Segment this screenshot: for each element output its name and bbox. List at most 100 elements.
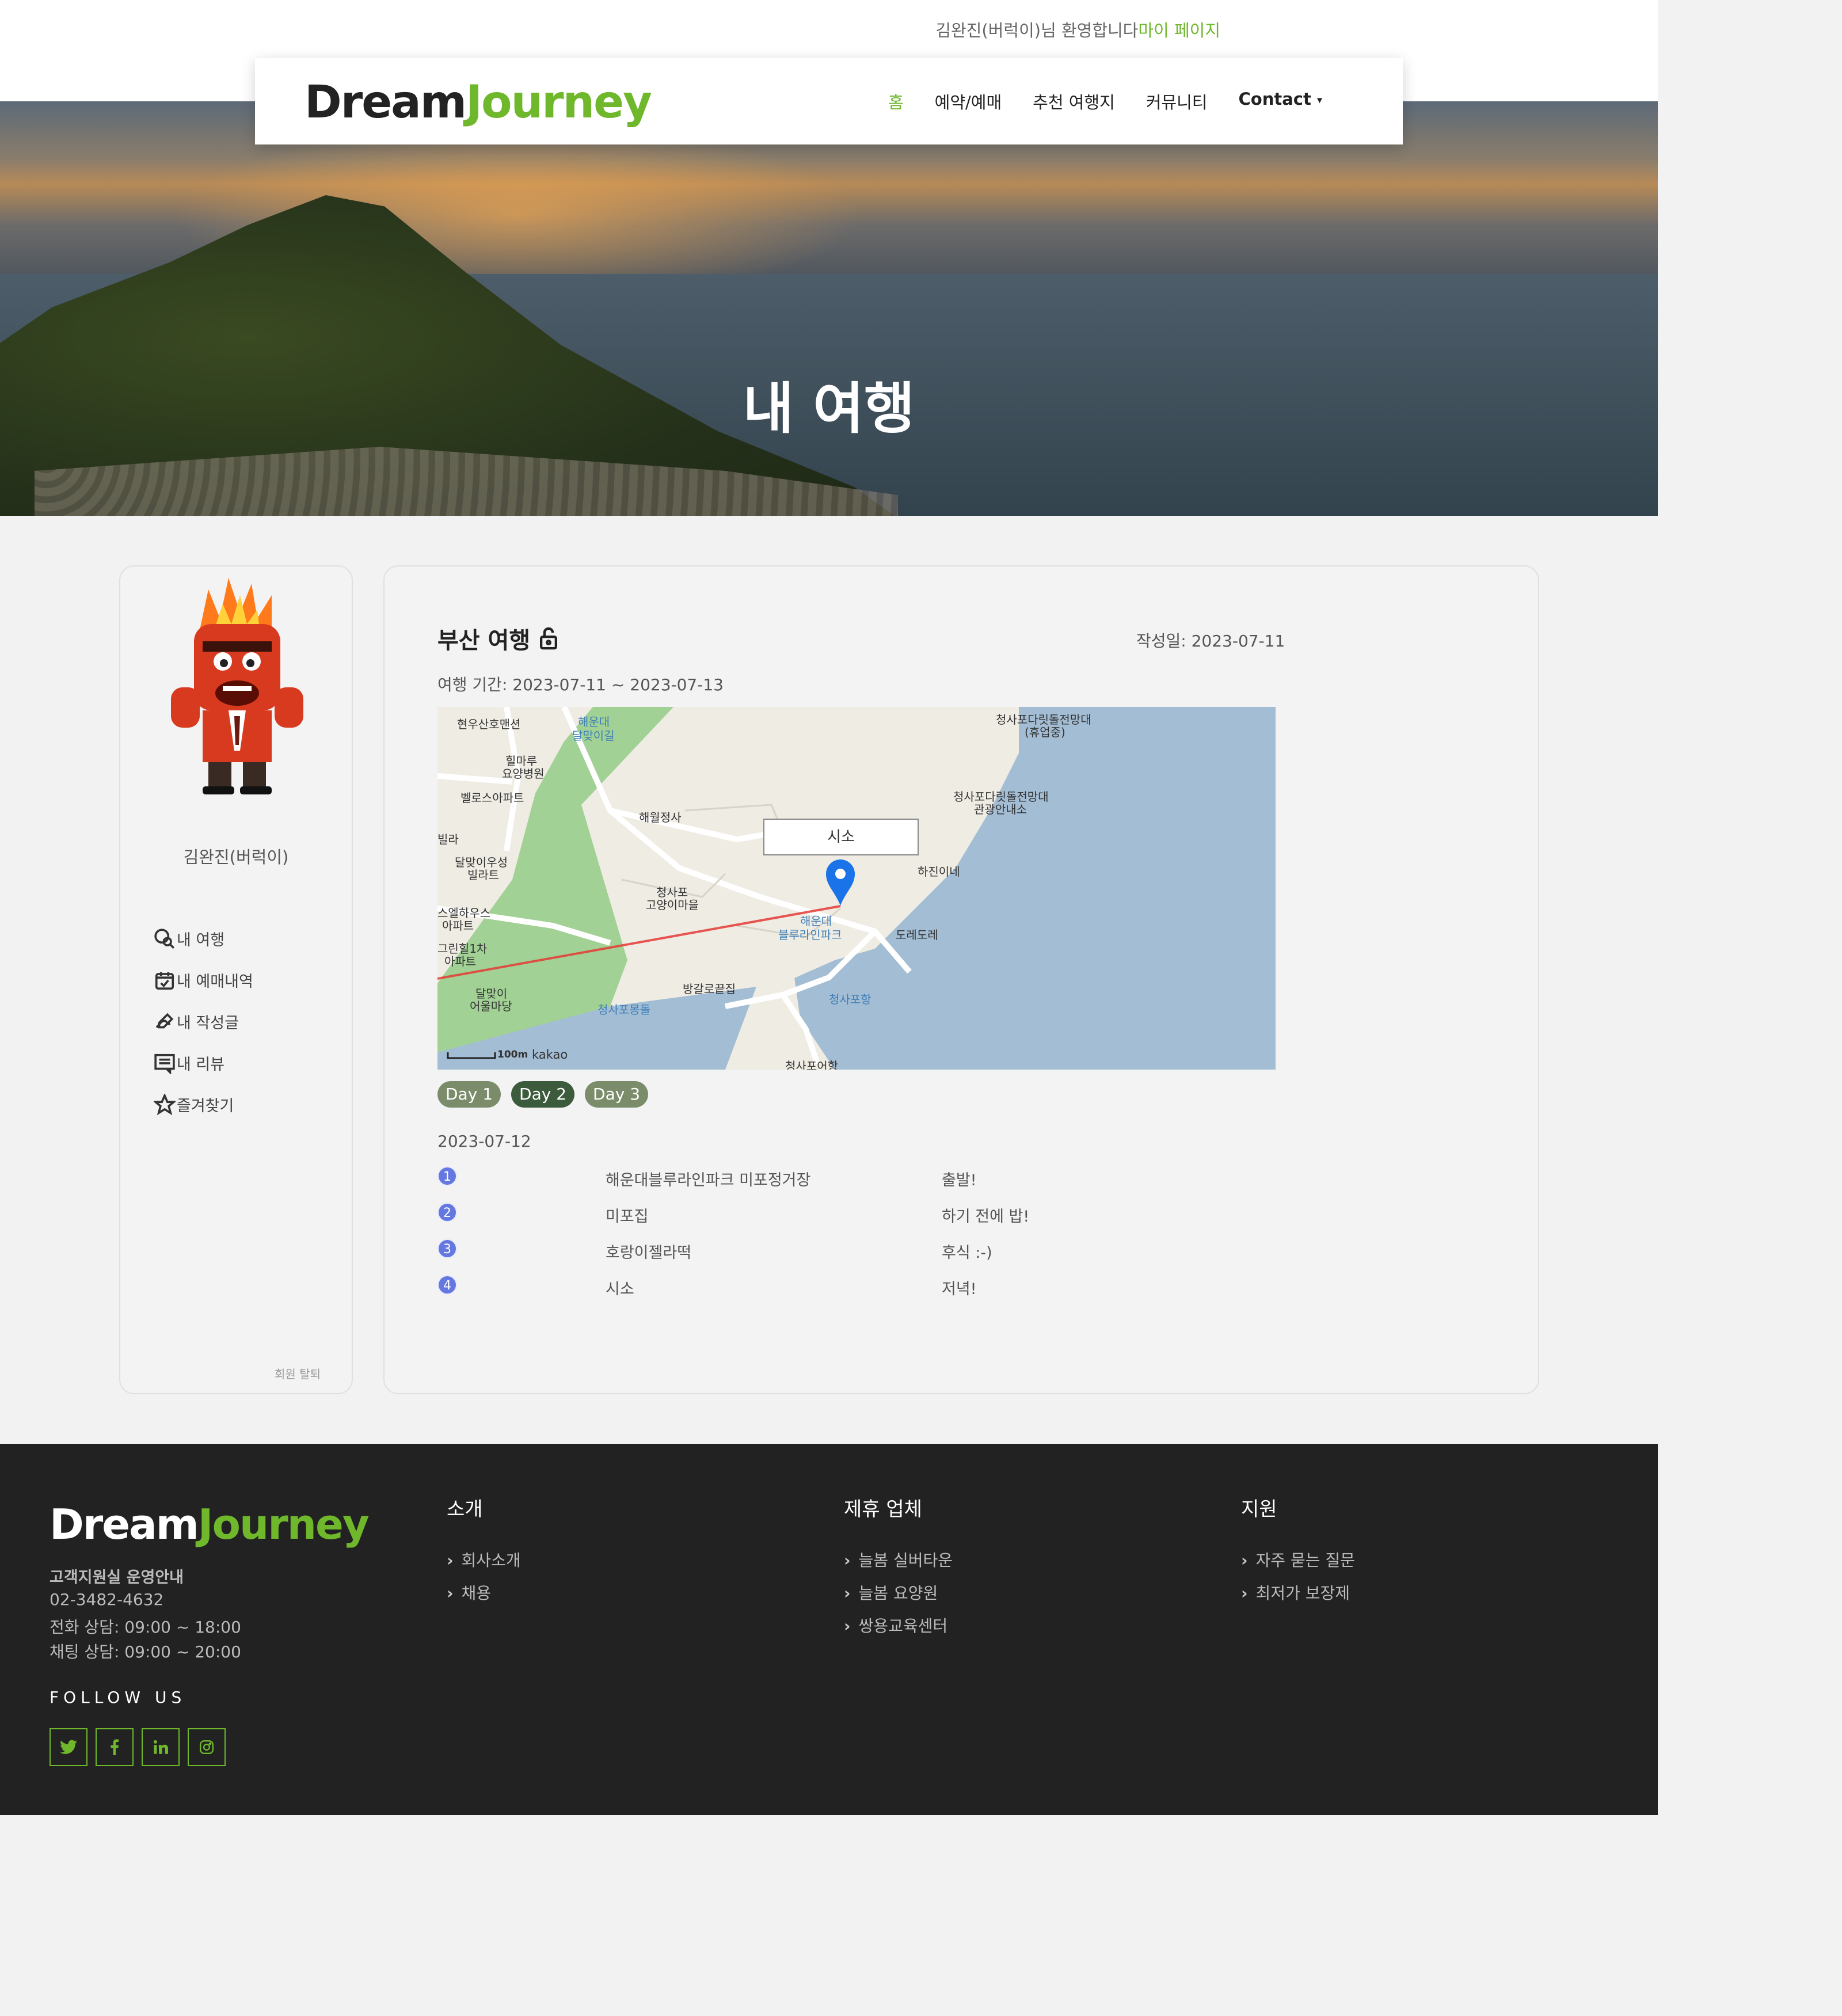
map-label: 요양병원 xyxy=(502,767,545,781)
welcome-area: 김완진(버럭이)님 환영합니다마이 페이지 xyxy=(935,17,1220,41)
nav-recommend[interactable]: 추천 여행지 xyxy=(1033,89,1115,113)
sidebar-item-posts[interactable]: 내 작성글 xyxy=(154,991,253,1033)
footer-col-support: 지원 자주 묻는 질문 최저가 보장제 xyxy=(1241,1493,1355,1614)
trip-search-icon xyxy=(154,929,175,949)
itinerary-place[interactable]: 해운대블루라인파크 미포정거장 xyxy=(606,1167,810,1190)
sidebar-item-bookings[interactable]: 내 예매내역 xyxy=(154,950,253,991)
day-tabs: Day 1 Day 2 Day 3 xyxy=(437,1081,649,1108)
trip-title: 부산 여행 xyxy=(437,627,531,654)
support-phone: 02-3482-4632 xyxy=(50,1590,164,1609)
itinerary-row: 2 미포집 하기 전에 밥! xyxy=(437,1201,1128,1238)
sidebar-item-reviews[interactable]: 내 리뷰 xyxy=(154,1033,253,1074)
twitter-icon[interactable] xyxy=(50,1728,87,1766)
map-label: 도레도레 xyxy=(896,928,938,942)
map-label: 방갈로끝집 xyxy=(683,982,736,996)
map-label: 해월정사 xyxy=(639,811,682,824)
sidebar-item-favorites[interactable]: 즐겨찾기 xyxy=(154,1074,253,1116)
map-label: 청사포항 xyxy=(829,992,871,1006)
profile-sidebar: 김완진(버럭이) 내 여행 내 예매내역 내 작성글 내 리뷰 즐겨찾기 회원 … xyxy=(119,565,353,1394)
nav-booking[interactable]: 예약/예매 xyxy=(935,89,1002,113)
itinerary-place[interactable]: 미포집 xyxy=(606,1204,649,1226)
itinerary-number: 4 xyxy=(437,1275,457,1295)
logo-journey: Journey xyxy=(197,1500,370,1549)
trip-period: 여행 기간: 2023-07-11 ~ 2023-07-13 xyxy=(437,675,724,694)
itinerary-number: 1 xyxy=(437,1166,457,1186)
map-label: 블루라인파크 xyxy=(778,928,842,942)
footer-col-title: 지원 xyxy=(1241,1498,1277,1521)
calendar-check-icon xyxy=(155,972,174,990)
map-label: 청사포몽돌 xyxy=(597,1003,650,1017)
day-tab-3[interactable]: Day 3 xyxy=(585,1081,649,1108)
caret-down-icon: ▾ xyxy=(1316,94,1322,106)
review-icon xyxy=(154,1053,175,1074)
map-label: 하진이네 xyxy=(918,865,960,878)
map-label: 아파트 xyxy=(444,954,477,968)
map-label: 고양이마을 xyxy=(646,898,699,912)
map-label: 벨로스아파트 xyxy=(461,791,524,805)
map-label: (휴업중) xyxy=(1025,725,1065,739)
itinerary-row: 3 호랑이젤라떡 후식 :-) xyxy=(437,1238,1128,1274)
footer: DreamJourney 고객지원실 운영안내 02-3482-4632 전화 … xyxy=(0,1444,1658,1815)
day-tab-2[interactable]: Day 2 xyxy=(511,1081,575,1108)
map-label: 현우산호맨션 xyxy=(457,717,521,731)
nav-home[interactable]: 홈 xyxy=(888,89,904,113)
map-label: 빌라 xyxy=(437,832,459,846)
trip-map[interactable]: 시소 현우산호맨션 해운대 달맞이길 힐마루 요양병원 벨로스아파트 해월정사 … xyxy=(437,707,1276,1070)
pen-icon xyxy=(155,1013,174,1029)
itinerary-place[interactable]: 호랑이젤라떡 xyxy=(606,1240,691,1262)
sidebar-item-label: 내 작성글 xyxy=(177,1014,239,1032)
map-scale-label: 100m xyxy=(497,1049,528,1060)
itinerary-row: 4 시소 저녁! xyxy=(437,1274,1128,1310)
chat-hours: 채팅 상담: 09:00 ~ 20:00 xyxy=(50,1642,241,1661)
map-brand: kakao xyxy=(532,1048,568,1062)
itinerary-place[interactable]: 시소 xyxy=(606,1276,634,1299)
footer-link[interactable]: 쌍용교육센터 xyxy=(844,1614,953,1646)
footer-link[interactable]: 채용 xyxy=(447,1581,521,1614)
unlock-icon[interactable] xyxy=(538,627,559,650)
sidebar-item-label: 내 리뷰 xyxy=(177,1056,225,1074)
map-label: 청사포어항 xyxy=(785,1059,838,1070)
itinerary-number: 2 xyxy=(437,1203,457,1222)
nav-community[interactable]: 커뮤니티 xyxy=(1146,89,1208,113)
logo[interactable]: DreamJourney xyxy=(305,77,652,128)
welcome-text: 김완진(버럭이)님 환영합니다 xyxy=(935,21,1139,40)
sidebar-item-my-trip[interactable]: 내 여행 xyxy=(154,908,253,950)
call-hours: 전화 상담: 09:00 ~ 18:00 xyxy=(50,1618,241,1637)
footer-link[interactable]: 늘봄 실버타운 xyxy=(844,1548,953,1581)
footer-col-partners: 제휴 업체 늘봄 실버타운 늘봄 요양원 쌍용교육센터 xyxy=(844,1493,953,1646)
map-label: 아파트 xyxy=(442,919,474,933)
map-label: 어울마당 xyxy=(470,999,512,1013)
social-links xyxy=(50,1728,226,1766)
map-labels: 현우산호맨션 해운대 달맞이길 힐마루 요양병원 벨로스아파트 해월정사 청사포… xyxy=(437,707,1276,1070)
avatar xyxy=(171,578,303,794)
day-tab-1[interactable]: Day 1 xyxy=(437,1081,501,1108)
footer-col-title: 소개 xyxy=(447,1498,483,1521)
logo-dream: Dream xyxy=(50,1500,199,1549)
facebook-icon[interactable] xyxy=(96,1728,134,1766)
linkedin-icon[interactable] xyxy=(142,1728,180,1766)
footer-col-title: 제휴 업체 xyxy=(844,1498,922,1521)
logo-dream: Dream xyxy=(305,77,467,128)
instagram-icon[interactable] xyxy=(188,1728,226,1766)
follow-us-label: FOLLOW US xyxy=(50,1688,187,1707)
itinerary-number: 3 xyxy=(437,1239,457,1258)
mypage-link[interactable]: 마이 페이지 xyxy=(1138,21,1220,40)
nav-contact-label: Contact xyxy=(1238,89,1311,109)
footer-link[interactable]: 자주 묻는 질문 xyxy=(1241,1548,1355,1581)
sidebar-menu: 내 여행 내 예매내역 내 작성글 내 리뷰 즐겨찾기 xyxy=(154,908,253,1116)
footer-logo[interactable]: DreamJourney xyxy=(50,1500,370,1549)
footer-link[interactable]: 최저가 보장제 xyxy=(1241,1581,1355,1614)
trip-title-area: 부산 여행 xyxy=(437,622,559,655)
itinerary-memo: 저녁! xyxy=(942,1280,977,1298)
footer-link[interactable]: 늘봄 요양원 xyxy=(844,1581,953,1614)
username: 김완진(버럭이) xyxy=(183,847,289,867)
logo-journey: Journey xyxy=(466,77,652,128)
itinerary-row: 1 해운대블루라인파크 미포정거장 출발! xyxy=(437,1165,1128,1201)
sidebar-item-label: 내 예매내역 xyxy=(177,973,253,991)
withdraw-link[interactable]: 회원 탈퇴 xyxy=(275,1365,321,1382)
itinerary-memo: 출발! xyxy=(942,1171,977,1189)
star-icon xyxy=(154,1094,176,1116)
nav-contact-dropdown[interactable]: Contact ▾ xyxy=(1239,89,1323,113)
footer-link[interactable]: 회사소개 xyxy=(447,1548,521,1581)
navbar: DreamJourney 홈 예약/예매 추천 여행지 커뮤니티 Contact… xyxy=(255,58,1403,144)
